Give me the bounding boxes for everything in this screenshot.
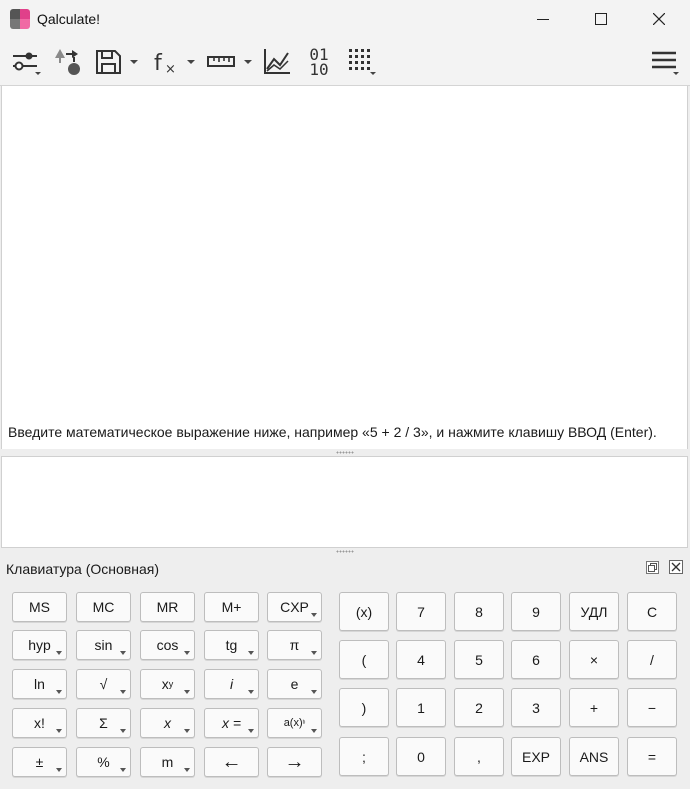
key-function-call-label: a(x) [283,717,303,729]
key-power-base: x [161,676,169,692]
key-function-call-exponent: ᵇ [302,719,306,727]
key-function-call[interactable]: a(x) ᵇ [267,708,322,738]
expression-input[interactable] [1,456,688,548]
units-button[interactable] [205,44,257,80]
svg-text:f: f [154,51,163,76]
key-4[interactable]: 4 [396,640,446,679]
key-equals[interactable]: = [627,737,677,776]
keypad-float-button[interactable] [646,561,659,574]
key-e[interactable]: e [267,669,322,699]
splitter-grip-icon [336,451,354,454]
key-power[interactable]: xy [140,669,195,699]
minimize-icon [537,19,549,20]
grid-dots-icon [349,49,376,75]
key-x-equals[interactable]: x = [204,708,259,738]
key-9[interactable]: 9 [511,592,561,631]
key-7[interactable]: 7 [396,592,446,631]
key-pi[interactable]: π [267,630,322,660]
key-paren-x[interactable]: (x) [339,592,389,631]
key-add[interactable]: + [569,688,619,727]
key-3[interactable]: 3 [511,688,561,727]
key-ms[interactable]: MS [12,592,67,622]
number-bases-bottom: 10 [309,60,329,79]
close-icon [671,562,681,572]
key-clear[interactable]: C [627,592,677,631]
key-divide[interactable]: / [627,640,677,679]
key-factorial[interactable]: x! [12,708,67,738]
key-ans[interactable]: ANS [569,737,619,776]
key-m-plus[interactable]: M+ [204,592,259,622]
key-cursor-right[interactable]: → [267,747,322,777]
ruler-icon [207,56,252,67]
main-menu-button[interactable] [648,44,682,80]
key-variable-x[interactable]: x [140,708,195,738]
plot-button[interactable] [262,44,292,80]
close-button[interactable] [630,0,688,38]
key-x-equals-label: x = [221,715,242,731]
svg-text:×: × [165,62,176,77]
key-delete[interactable]: УДЛ [569,592,619,631]
key-sin[interactable]: sin [76,630,131,660]
keypad-modes-button[interactable] [345,44,379,80]
title-bar: Qalculate! [0,0,690,38]
key-sqrt[interactable]: √ [76,669,131,699]
history-splitter[interactable] [0,449,690,456]
minimize-button[interactable] [514,0,572,38]
mode-settings-button[interactable] [10,44,44,80]
window-title: Qalculate! [37,11,101,27]
key-open-paren[interactable]: ( [339,640,389,679]
keypad-title: Клавиатура (Основная) [6,561,159,577]
app-icon [10,9,30,29]
key-power-exponent: y [168,679,174,689]
save-icon [96,50,138,74]
convert-to-unit-button[interactable] [52,44,82,80]
maximize-button[interactable] [572,0,630,38]
key-6[interactable]: 6 [511,640,561,679]
key-tg[interactable]: tg [204,630,259,660]
key-unit-m[interactable]: m [140,747,195,777]
key-hyp[interactable]: hyp [12,630,67,660]
key-cos[interactable]: cos [140,630,195,660]
maximize-icon [595,13,607,25]
close-icon [653,13,665,25]
hamburger-menu-icon [652,51,679,75]
history-view[interactable]: Введите математическое выражение ниже, н… [1,86,688,449]
key-cursor-left[interactable]: ← [204,747,259,777]
key-imaginary-label: i [229,676,234,692]
key-cxp[interactable]: CXP [267,592,322,622]
key-decimal-comma[interactable]: , [454,737,504,776]
key-sum[interactable]: Σ [76,708,131,738]
float-window-icon [646,561,659,574]
convert-icon [55,49,80,75]
key-subtract[interactable]: − [627,688,677,727]
key-variable-x-label: x [164,715,171,731]
key-mc[interactable]: MC [76,592,131,622]
key-5[interactable]: 5 [454,640,504,679]
number-bases-button[interactable]: 01 10 [303,44,335,80]
save-button[interactable] [94,44,142,80]
splitter-grip-icon [336,550,354,553]
key-0[interactable]: 0 [396,737,446,776]
key-ln[interactable]: ln [12,669,67,699]
key-8[interactable]: 8 [454,592,504,631]
key-exp[interactable]: EXP [511,737,561,776]
key-close-paren[interactable]: ) [339,688,389,727]
key-1[interactable]: 1 [396,688,446,727]
function-icon: f × [154,51,195,77]
key-mr[interactable]: MR [140,592,195,622]
key-multiply[interactable]: × [569,640,619,679]
key-plus-minus[interactable]: ± [12,747,67,777]
keypad-splitter[interactable] [0,548,690,555]
key-percent[interactable]: % [76,747,131,777]
functions-button[interactable]: f × [152,44,200,80]
plot-icon [264,49,290,74]
key-2[interactable]: 2 [454,688,504,727]
keypad-close-button[interactable] [669,560,683,574]
history-hint: Введите математическое выражение ниже, н… [8,424,657,440]
sliders-icon [13,52,41,75]
toolbar: f × 01 10 [0,38,690,86]
key-semicolon[interactable]: ; [339,737,389,776]
key-imaginary[interactable]: i [204,669,259,699]
